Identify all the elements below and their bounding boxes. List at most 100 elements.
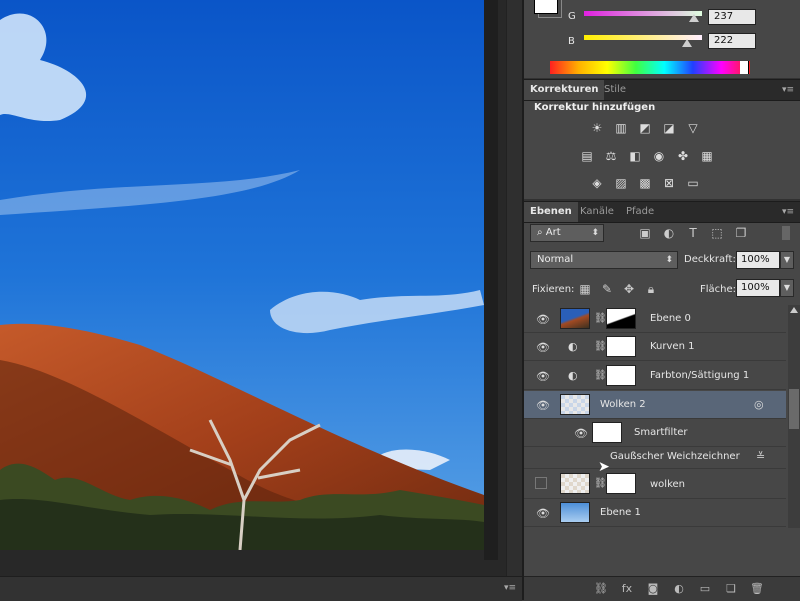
invert-icon[interactable]: ◈	[590, 176, 604, 190]
tab-kanaele[interactable]: Kanäle	[574, 202, 620, 222]
layer-row-farbton[interactable]: 👁︎ ◐ ⛓︎ Farbton/Sättigung 1	[524, 362, 786, 390]
gradient-map-icon[interactable]: ▭	[686, 176, 700, 190]
levels-icon[interactable]: ▥	[614, 121, 628, 135]
layers-scrollbar[interactable]	[788, 305, 800, 528]
layer-row-ebene-1[interactable]: 👁︎ Ebene 1	[524, 499, 786, 527]
eye-icon[interactable]: 👁︎	[536, 507, 550, 520]
mask-icon[interactable]: ◙	[646, 582, 660, 596]
layer-mask-thumbnail[interactable]	[606, 308, 636, 329]
search-icon: ⌕	[537, 227, 546, 238]
channel-mixer-icon[interactable]: ✤	[676, 149, 690, 163]
layer-mask-thumbnail[interactable]	[606, 473, 636, 494]
adjustment-filter-icon[interactable]: ◐	[662, 226, 676, 240]
green-slider-thumb[interactable]	[688, 14, 699, 22]
layer-row-wolken-2[interactable]: 👁︎ Wolken 2 ◎	[524, 391, 786, 419]
color-balance-icon[interactable]: ⚖	[604, 149, 618, 163]
posterize-icon[interactable]: ▨	[614, 176, 628, 190]
photo-filter-icon[interactable]: ◉	[652, 149, 666, 163]
layer-filter-select[interactable]: ⌕ Art ⬍	[530, 224, 604, 242]
tab-stile[interactable]: Stile	[598, 80, 632, 100]
filter-toggle-switch[interactable]	[782, 226, 790, 240]
color-spectrum-bar[interactable]	[550, 61, 750, 74]
layers-tab-bar: Ebenen Kanäle Pfade ▾≡	[524, 201, 800, 223]
shape-filter-icon[interactable]: ⬚	[710, 226, 724, 240]
eye-icon[interactable]: 👁︎	[574, 427, 588, 440]
link-icon[interactable]: ⛓	[594, 582, 608, 596]
visibility-toggle-box[interactable]	[535, 477, 547, 489]
smart-filter-row[interactable]: 👁︎ Smartfilter	[524, 419, 786, 447]
panel-menu-icon[interactable]: ▾≡	[782, 85, 794, 95]
layer-row-kurven-1[interactable]: 👁︎ ◐ ⛓︎ Kurven 1	[524, 333, 786, 361]
opacity-field[interactable]: 100%	[736, 251, 780, 269]
blue-slider-thumb[interactable]	[681, 39, 692, 47]
lock-all-icon[interactable]: 🔒︎	[644, 282, 658, 296]
smart-filter-mask-thumbnail[interactable]	[592, 422, 622, 443]
tab-korrekturen[interactable]: Korrekturen	[524, 80, 605, 100]
canvas-image[interactable]	[0, 0, 484, 550]
new-layer-icon[interactable]: ❏	[724, 582, 738, 596]
layer-row-wolken[interactable]: ⛓︎ wolken	[524, 469, 786, 499]
folder-icon[interactable]: ▭	[698, 582, 712, 596]
pixel-filter-icon[interactable]: ▣	[638, 226, 652, 240]
fx-icon[interactable]: fx	[620, 582, 634, 596]
panel-menu-icon[interactable]: ▾≡	[504, 583, 516, 593]
exposure-icon[interactable]: ◪	[662, 121, 676, 135]
chain-link-icon: ⛓︎	[594, 313, 607, 324]
green-value-field[interactable]: 237	[708, 9, 756, 25]
eye-icon[interactable]: 👁︎	[536, 399, 550, 412]
hue-saturation-icon[interactable]: ▤	[580, 149, 594, 163]
layer-name: Kurven 1	[650, 341, 695, 352]
filter-blending-options-icon[interactable]: ≚	[756, 450, 765, 463]
adjustments-tab-bar: Korrekturen Stile ▾≡	[524, 79, 800, 101]
tab-pfade[interactable]: Pfade	[620, 202, 660, 222]
trash-icon[interactable]: 🗑︎	[750, 582, 764, 596]
blend-mode-select[interactable]: Normal ⬍	[530, 251, 678, 269]
black-white-icon[interactable]: ◧	[628, 149, 642, 163]
tab-ebenen[interactable]: Ebenen	[524, 202, 578, 222]
opacity-dropdown-button[interactable]: ▼	[780, 251, 794, 269]
layer-mask-thumbnail[interactable]	[606, 336, 636, 357]
selective-color-icon[interactable]: ⊠	[662, 176, 676, 190]
vertical-scrollbar[interactable]	[506, 0, 523, 576]
curves-icon[interactable]: ◩	[638, 121, 652, 135]
scroll-up-arrow-icon[interactable]	[790, 307, 798, 313]
opacity-label: Deckkraft:	[684, 254, 736, 265]
filter-entry-gaussian-blur[interactable]: Gaußscher Weichzeichner ≚ ➤	[524, 447, 786, 475]
lock-position-icon[interactable]: ✥	[622, 282, 636, 296]
layers-panel: Ebenen Kanäle Pfade ▾≡ ⌕ Art ⬍ ▣ ◐ T ⬚ ❐…	[524, 201, 800, 601]
adjustments-panel: Korrekturen Stile ▾≡ Korrektur hinzufüge…	[524, 79, 800, 199]
layer-name: Farbton/Sättigung 1	[650, 370, 750, 381]
filter-kind-label: Art	[545, 227, 561, 238]
threshold-icon[interactable]: ▩	[638, 176, 652, 190]
smart-filter-badge-icon[interactable]: ◎	[754, 398, 764, 411]
layer-name: Ebene 1	[600, 507, 641, 518]
eye-icon[interactable]: 👁︎	[536, 341, 550, 354]
lock-transparency-icon[interactable]: ▦	[578, 282, 592, 296]
spectrum-white-black-end[interactable]	[740, 61, 749, 74]
layer-thumbnail	[560, 502, 590, 523]
layer-name: Gaußscher Weichzeichner	[610, 451, 740, 462]
eye-icon[interactable]: 👁︎	[536, 313, 550, 326]
layer-row-ebene-0[interactable]: 👁︎ ⛓︎ Ebene 0	[524, 305, 786, 333]
type-filter-icon[interactable]: T	[686, 226, 700, 240]
fill-dropdown-button[interactable]: ▼	[780, 279, 794, 297]
foreground-color-swatch[interactable]	[534, 0, 558, 14]
adjustment-icon[interactable]: ◐	[672, 582, 686, 596]
layer-thumbnail	[560, 473, 590, 494]
green-slider-track[interactable]	[584, 11, 702, 16]
color-lookup-icon[interactable]: ▦	[700, 149, 714, 163]
layer-name: Smartfilter	[634, 427, 688, 438]
layer-mask-thumbnail[interactable]	[606, 365, 636, 386]
panel-menu-icon[interactable]: ▾≡	[782, 207, 794, 217]
smart-object-filter-icon[interactable]: ❐	[734, 226, 748, 240]
fill-field[interactable]: 100%	[736, 279, 780, 297]
fill-label: Fläche:	[700, 284, 737, 295]
brightness-icon[interactable]: ☀	[590, 121, 604, 135]
layer-name: wolken	[650, 479, 685, 490]
scroll-thumb[interactable]	[789, 389, 799, 429]
lock-pixels-icon[interactable]: ✎	[600, 282, 614, 296]
eye-icon[interactable]: 👁︎	[536, 370, 550, 383]
vibrance-icon[interactable]: ▽	[686, 121, 700, 135]
right-dock: G 237 B 222 Korrekturen Stile ▾≡ Korrekt…	[522, 0, 800, 601]
blue-value-field[interactable]: 222	[708, 33, 756, 49]
